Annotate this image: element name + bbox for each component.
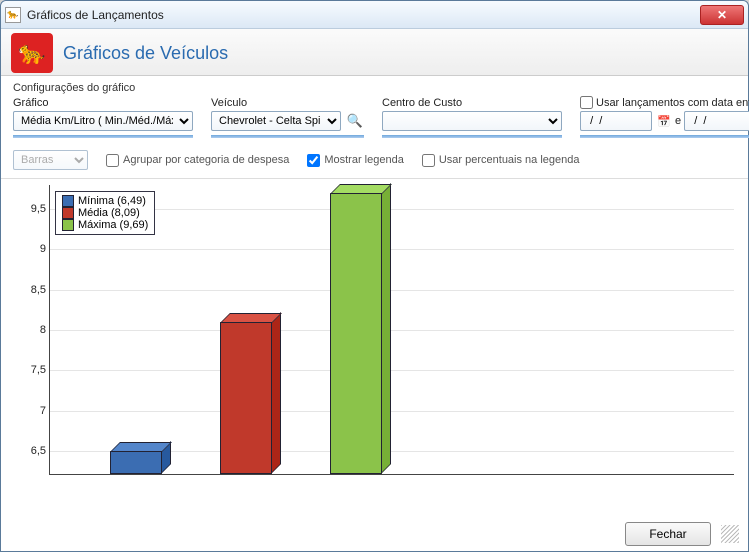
mostrar-legenda-checkbox[interactable] <box>307 154 320 167</box>
veiculo-select[interactable]: Chevrolet - Celta Spirit Fl <box>211 111 341 131</box>
app-icon: 🐆 <box>5 7 21 23</box>
binoculars-icon[interactable]: 🔍 <box>346 112 364 130</box>
chart: Mínima (6,49) Média (8,09) Máxima (9,69)… <box>15 185 734 485</box>
y-tick-label: 7,5 <box>31 364 46 376</box>
close-window-button[interactable]: ✕ <box>700 5 744 25</box>
y-tick-label: 8,5 <box>31 284 46 296</box>
y-tick-label: 6,5 <box>31 445 46 457</box>
usar-percentuais-checkbox[interactable] <box>422 154 435 167</box>
tipo-grafico-select: Barras <box>13 150 88 170</box>
resize-grip[interactable] <box>721 525 739 543</box>
date-from-input[interactable] <box>580 111 652 131</box>
date-to-input[interactable] <box>684 111 749 131</box>
date-separator: e <box>675 115 681 127</box>
usar-data-label: Usar lançamentos com data entre <box>596 97 749 109</box>
veiculo-label: Veículo <box>211 97 364 109</box>
legend-swatch <box>62 207 74 219</box>
y-tick-label: 8 <box>40 324 46 336</box>
agrupar-label: Agrupar por categoria de despesa <box>123 154 289 166</box>
calendar-icon[interactable]: 📅 <box>656 113 672 129</box>
legend-swatch <box>62 219 74 231</box>
mostrar-legenda-label: Mostrar legenda <box>324 154 404 166</box>
centro-custo-label: Centro de Custo <box>382 97 562 109</box>
legend-label: Máxima (9,69) <box>78 219 148 231</box>
page-title: Gráficos de Veículos <box>63 43 228 64</box>
y-tick-label: 7 <box>40 405 46 417</box>
window-title: Gráficos de Lançamentos <box>27 8 700 22</box>
centro-custo-select[interactable] <box>382 111 562 131</box>
usar-data-checkbox[interactable] <box>580 96 593 109</box>
legend-swatch <box>62 195 74 207</box>
config-group-label: Configurações do gráfico <box>1 76 748 96</box>
fechar-button[interactable]: Fechar <box>625 522 711 546</box>
grafico-select[interactable]: Média Km/Litro ( Min./Méd./Máx. ) <box>13 111 193 131</box>
y-tick-label: 9 <box>40 243 46 255</box>
y-tick-label: 9,5 <box>31 203 46 215</box>
agrupar-checkbox[interactable] <box>106 154 119 167</box>
legend-label: Mínima (6,49) <box>78 195 146 207</box>
legend-label: Média (8,09) <box>78 207 140 219</box>
chart-legend: Mínima (6,49) Média (8,09) Máxima (9,69) <box>55 191 155 235</box>
grafico-label: Gráfico <box>13 97 193 109</box>
logo-icon: 🐆 <box>11 33 53 73</box>
usar-percentuais-label: Usar percentuais na legenda <box>439 154 580 166</box>
